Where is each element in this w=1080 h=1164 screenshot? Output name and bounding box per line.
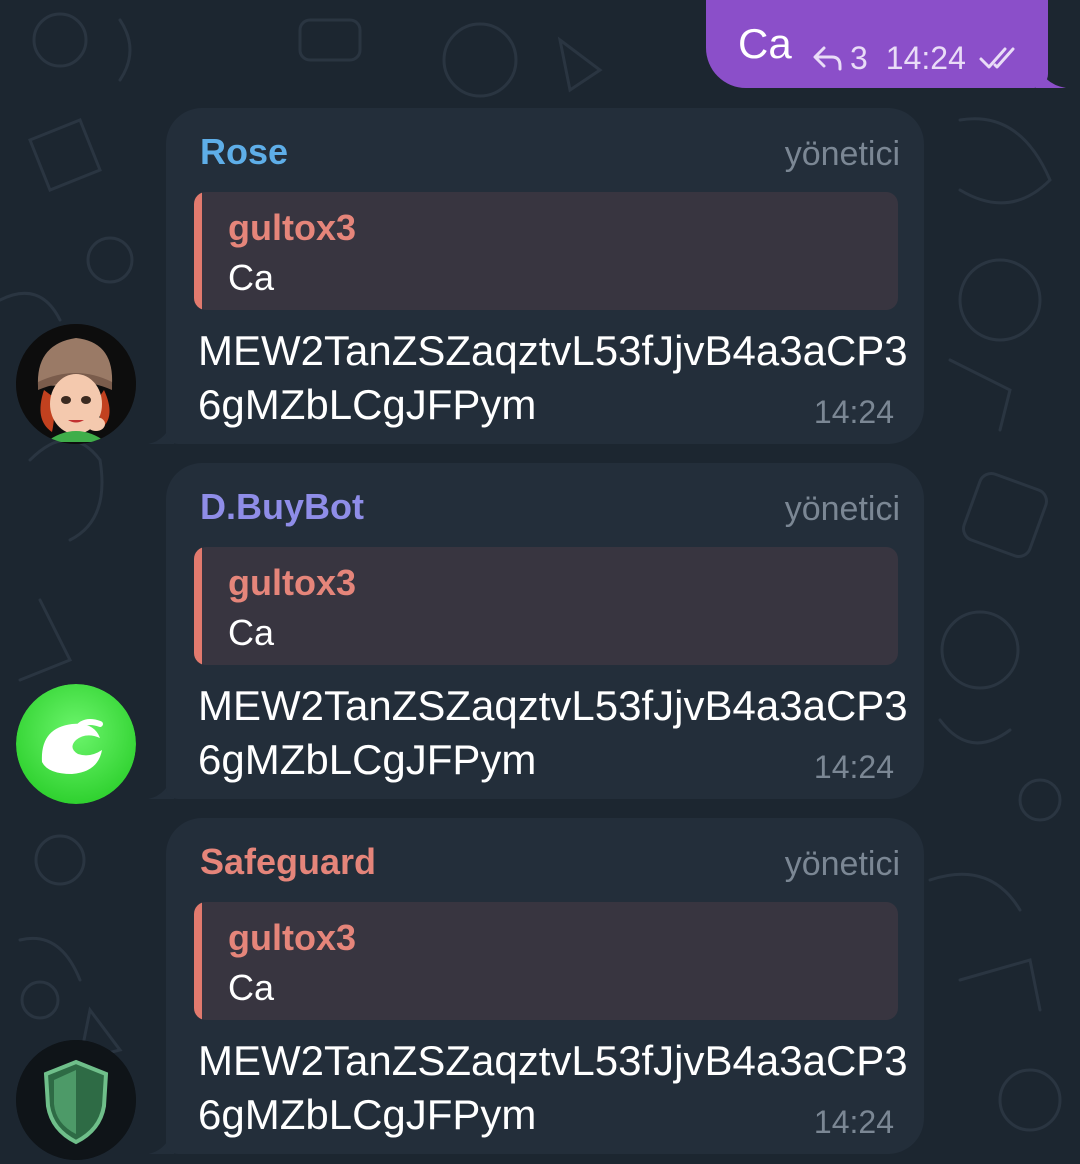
message-time: 14:24 [813,749,894,785]
quote-text: Ca [228,967,275,1008]
green-wave-avatar-icon [16,684,136,804]
reply-quote[interactable]: gultox3 Ca [194,547,898,665]
admin-role-label: yönetici [784,490,900,528]
outgoing-bubble-tail [1036,60,1066,88]
outgoing-message-meta: 3 14:24 [812,38,1024,78]
message-bubble[interactable]: D.BuyBot yönetici gultox3 Ca MEW2TanZSZa… [166,463,924,799]
avatar-dbuybot[interactable] [16,684,136,804]
reply-arrow-icon [813,46,842,71]
quote-text: Ca [228,612,275,653]
outgoing-message-bubble[interactable]: Ca 3 14:24 [706,0,1048,88]
sender-name[interactable]: D.BuyBot [200,485,364,529]
message-bubble[interactable]: Rose yönetici gultox3 Ca MEW2TanZSZaqztv… [166,108,924,444]
reply-quote[interactable]: gultox3 Ca [194,192,898,310]
quote-bar [194,192,202,310]
admin-role-label: yönetici [784,845,900,883]
message-text: MEW2TanZSZaqztvL53fJjvB4a3aCP36gMZbLCgJF… [198,1037,908,1138]
green-shield-avatar-icon [16,1040,136,1160]
avatar-rose[interactable] [16,324,136,444]
message-bubble[interactable]: Safeguard yönetici gultox3 Ca MEW2TanZSZ… [166,818,924,1154]
message-safeguard: Safeguard yönetici gultox3 Ca MEW2TanZSZ… [0,818,1080,1160]
message-dbuybot: D.BuyBot yönetici gultox3 Ca MEW2TanZSZa… [0,463,1080,804]
message-text: MEW2TanZSZaqztvL53fJjvB4a3aCP36gMZbLCgJF… [198,682,908,783]
outgoing-message-text: Ca [738,20,792,67]
quote-author: gultox3 [228,562,357,603]
reply-quote[interactable]: gultox3 Ca [194,902,898,1020]
sender-name[interactable]: Rose [200,130,288,174]
quote-author: gultox3 [228,207,357,248]
cartoon-girl-avatar-icon [16,324,136,444]
quote-bar [194,902,202,1020]
quote-text: Ca [228,257,275,298]
outgoing-message-time: 14:24 [885,39,966,76]
quote-author: gultox3 [228,917,357,958]
sender-name[interactable]: Safeguard [200,840,376,884]
message-rose: Rose yönetici gultox3 Ca MEW2TanZSZaqztv… [0,108,1080,444]
quote-bar [194,547,202,665]
message-time: 14:24 [813,1104,894,1140]
admin-role-label: yönetici [784,135,900,173]
double-check-icon [979,47,1015,69]
reply-count[interactable]: 3 [850,40,868,77]
message-time: 14:24 [813,394,894,430]
message-text: MEW2TanZSZaqztvL53fJjvB4a3aCP36gMZbLCgJF… [198,327,908,428]
avatar-safeguard[interactable] [16,1040,136,1160]
